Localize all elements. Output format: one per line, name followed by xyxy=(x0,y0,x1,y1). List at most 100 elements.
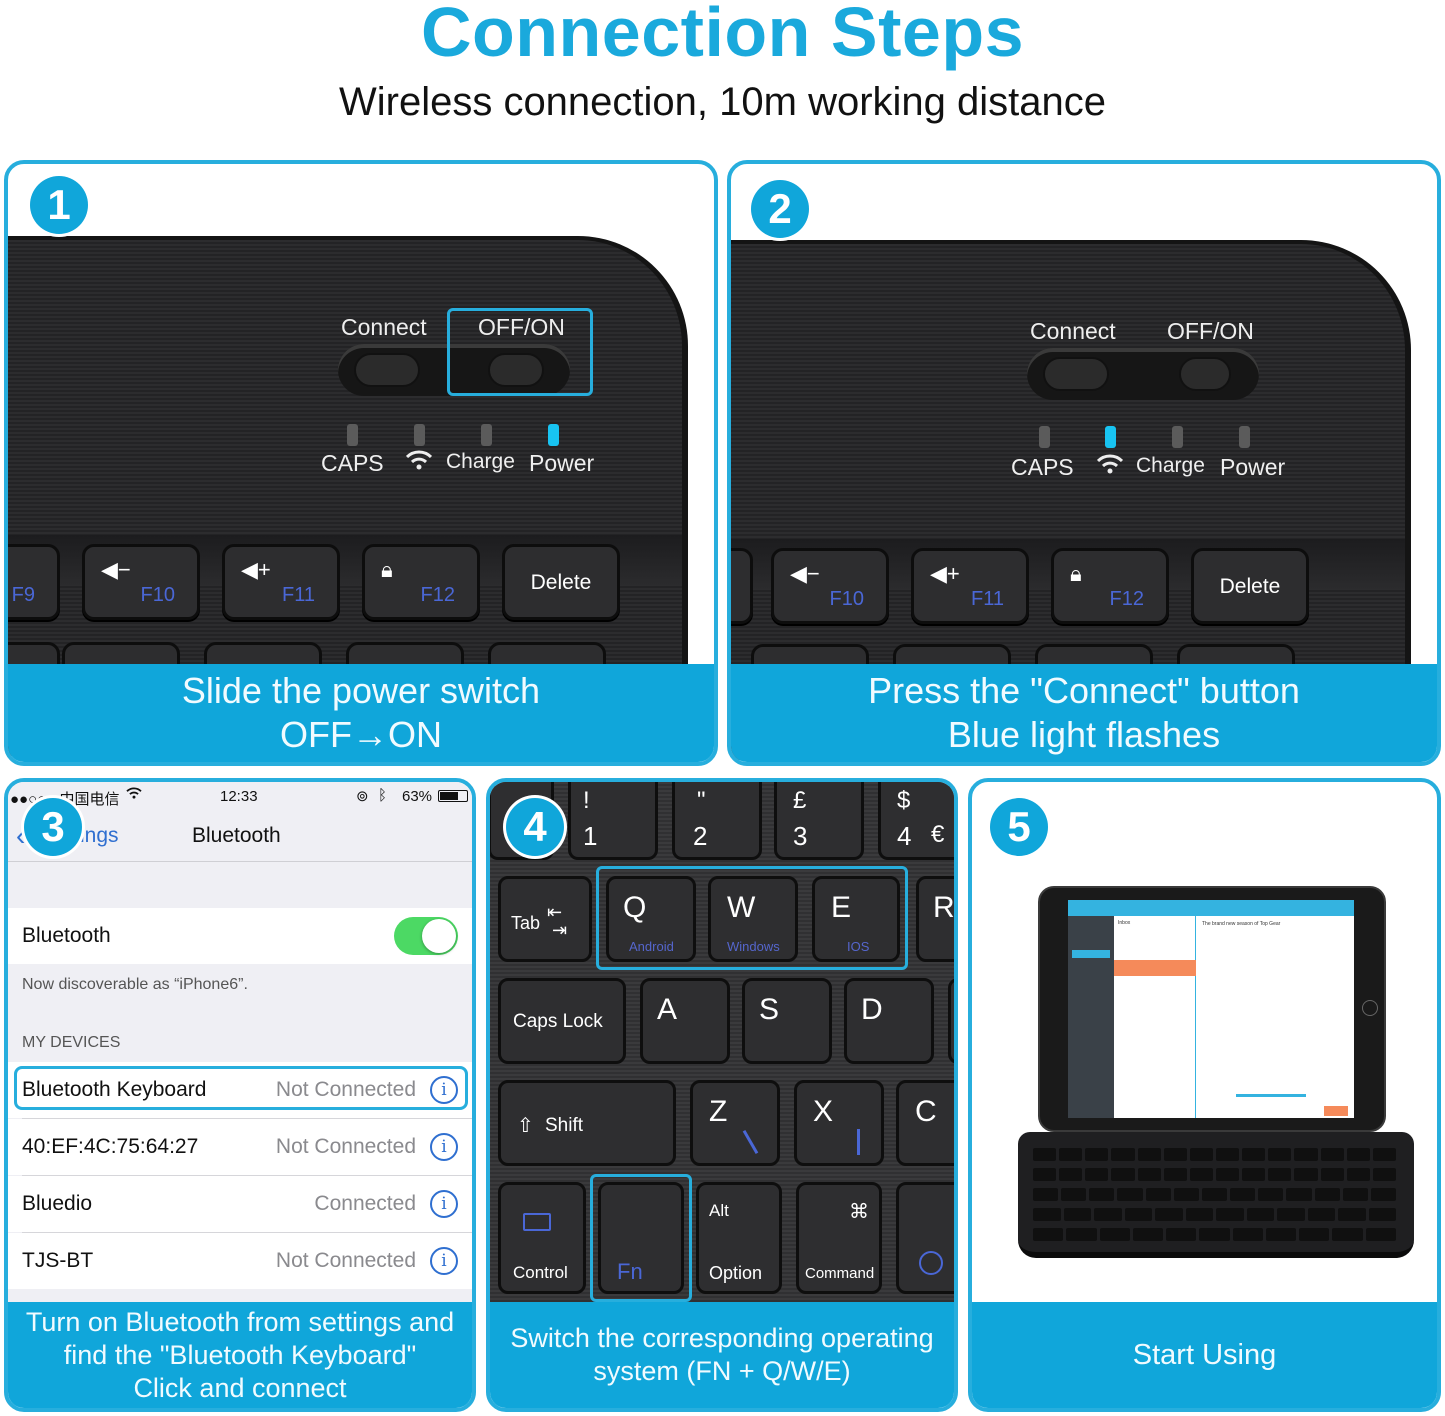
key-shift-symbol: $ xyxy=(897,787,911,814)
key-e[interactable]: E IOS xyxy=(812,876,900,962)
inbox-label: Inbox xyxy=(1118,920,1131,926)
key-label: Fn xyxy=(617,1259,643,1284)
step-number-badge: 3 xyxy=(24,798,82,856)
message-list: Inbox xyxy=(1114,916,1196,1118)
device-row[interactable]: 40:EF:4C:75:64:27 Not Connected i xyxy=(8,1119,472,1175)
key-label: E xyxy=(831,891,852,924)
power-switch[interactable] xyxy=(1179,357,1231,391)
key-delete[interactable]: Delete xyxy=(502,544,620,620)
device-row[interactable]: Bluedio Connected i xyxy=(8,1176,472,1232)
key-f12[interactable]: 🔒︎ F12 xyxy=(1051,548,1169,624)
back-button[interactable]: ings xyxy=(80,824,119,848)
key-1[interactable]: ! 1 xyxy=(568,782,658,860)
key-globe[interactable] xyxy=(896,1182,954,1294)
key[interactable] xyxy=(948,978,954,1064)
key-a[interactable]: A xyxy=(640,978,730,1064)
device-name: Bluedio xyxy=(22,1192,93,1215)
info-icon[interactable]: i xyxy=(430,1190,458,1218)
key-fn[interactable]: Fn xyxy=(598,1182,684,1294)
key-label: Caps Lock xyxy=(513,1011,603,1032)
step-number-badge: 1 xyxy=(30,176,88,234)
key-f11[interactable]: ◀+ F11 xyxy=(222,544,340,620)
mini-key xyxy=(1132,1228,1164,1241)
key-label: 4 xyxy=(897,821,912,851)
mini-key xyxy=(1230,1188,1256,1201)
key-option[interactable]: Alt Option xyxy=(696,1182,782,1294)
key-s[interactable]: S xyxy=(742,978,832,1064)
caps-label: CAPS xyxy=(321,450,384,476)
mini-key xyxy=(1033,1228,1064,1241)
mini-key xyxy=(1332,1228,1363,1241)
key-label: S xyxy=(759,993,780,1026)
key-r[interactable]: R xyxy=(916,876,954,962)
key-f9[interactable]: F9 xyxy=(8,544,60,620)
page-subtitle: Wireless connection, 10m working distanc… xyxy=(338,80,1106,124)
mini-key xyxy=(1242,1148,1266,1161)
connect-label: Connect xyxy=(1030,318,1116,344)
info-icon[interactable]: i xyxy=(430,1247,458,1275)
step-3-panel: ●●○○○ 中国电信 12:33 ⊚ ᛒ 63% ‹ ings Bluetoot… xyxy=(4,778,476,1412)
mini-key xyxy=(1163,1168,1187,1181)
fn-label: F11 xyxy=(282,584,315,606)
key-x[interactable]: X xyxy=(794,1080,884,1166)
info-icon[interactable]: i xyxy=(430,1133,458,1161)
step-number-badge: 2 xyxy=(751,180,809,238)
key-2[interactable]: " 2 xyxy=(672,782,762,860)
fn-label: F9 xyxy=(11,584,35,606)
key-label: C xyxy=(915,1095,937,1128)
key-c[interactable]: C xyxy=(896,1080,954,1166)
key-label: Q xyxy=(623,891,647,924)
mini-key xyxy=(1137,1168,1161,1181)
mini-key xyxy=(1307,1208,1335,1221)
key-d[interactable]: D xyxy=(844,978,934,1064)
charge-label: Charge xyxy=(1136,454,1205,477)
fn-label: F12 xyxy=(1109,588,1144,610)
connect-button[interactable] xyxy=(1043,357,1109,391)
mini-key xyxy=(1185,1208,1213,1221)
key-f11[interactable]: ◀+ F11 xyxy=(911,548,1029,624)
key-q[interactable]: Q Android xyxy=(606,876,696,962)
mini-key xyxy=(1145,1188,1171,1201)
step-caption: Slide the power switch OFF→ON xyxy=(8,664,714,762)
mini-key xyxy=(1268,1168,1292,1181)
mini-key xyxy=(1320,1168,1344,1181)
key-f10[interactable]: ◀− F10 xyxy=(771,548,889,624)
key-label: Z xyxy=(709,1095,728,1128)
mini-key xyxy=(1059,1148,1083,1161)
key-caps-lock[interactable]: Caps Lock xyxy=(498,978,626,1064)
bluetooth-toggle[interactable] xyxy=(394,917,458,955)
key-label: Tab xyxy=(511,913,541,933)
device-name: 40:EF:4C:75:64:27 xyxy=(22,1135,199,1158)
key-z[interactable]: Z xyxy=(690,1080,780,1166)
mini-key xyxy=(1342,1188,1368,1201)
device-row[interactable]: TJS-BT Not Connected i xyxy=(8,1233,472,1289)
mini-key xyxy=(1033,1188,1059,1201)
key-3[interactable]: £ 3 xyxy=(774,782,864,860)
mini-key xyxy=(1216,1148,1240,1161)
key-w[interactable]: W Windows xyxy=(708,876,798,962)
caps-led xyxy=(1039,426,1050,448)
mini-key xyxy=(1099,1228,1130,1241)
key-delete[interactable]: Delete xyxy=(1191,548,1309,624)
key-shift-symbol: " xyxy=(697,787,706,814)
mini-key xyxy=(1063,1208,1091,1221)
key-label: Delete xyxy=(530,571,592,594)
key-command[interactable]: ⌘ Command xyxy=(796,1182,882,1294)
key-f12[interactable]: 🔒︎ F12 xyxy=(362,544,480,620)
mini-key xyxy=(1033,1168,1057,1181)
caption-line: system (FN + Q/W/E) xyxy=(593,1356,851,1386)
mini-key xyxy=(1258,1188,1284,1201)
caps-led xyxy=(347,424,358,446)
key[interactable] xyxy=(731,548,753,624)
key-shift[interactable]: ⇧ Shift xyxy=(498,1080,676,1166)
mini-key xyxy=(1085,1168,1109,1181)
key-f10[interactable]: ◀− F10 xyxy=(82,544,200,620)
key-4[interactable]: $ 4 € xyxy=(878,782,954,860)
tablet-screen: Inbox The brand new season of Top Gear xyxy=(1068,900,1354,1118)
connect-button[interactable] xyxy=(354,353,420,387)
mini-key xyxy=(1033,1148,1057,1161)
key-control[interactable]: Control xyxy=(498,1182,586,1294)
connect-label: Connect xyxy=(341,314,427,340)
key-label: Option xyxy=(709,1263,763,1283)
key-tab[interactable]: Tab ⇤ ⇥ xyxy=(498,876,592,962)
